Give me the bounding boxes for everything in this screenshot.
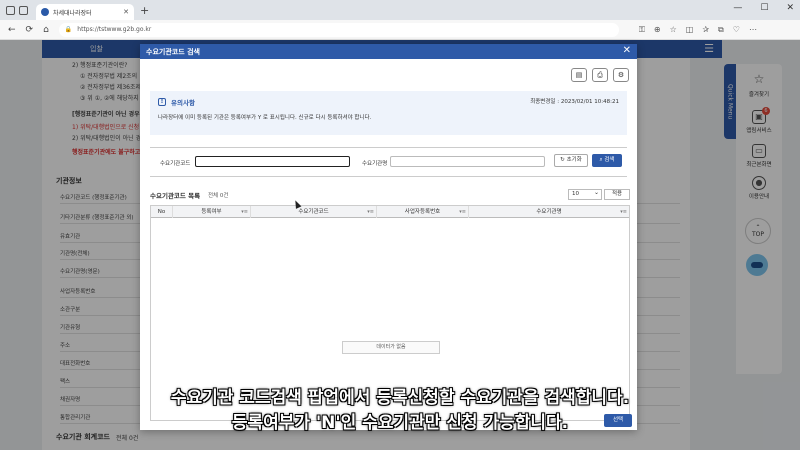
refresh-icon: ↻ — [560, 157, 565, 163]
browser-tab-bar: 차세대나라장터 ✕ + — ☐ ✕ — [0, 0, 800, 20]
sort-icon: ▾≡ — [241, 209, 248, 215]
tab-title: 차세대나라장터 — [53, 9, 92, 17]
back-icon[interactable]: ← — [8, 25, 16, 35]
site-favicon-icon — [41, 8, 49, 16]
column-header[interactable]: 수요기관코드 ▾≡ — [251, 206, 377, 218]
settings-icon[interactable]: ⚙ — [613, 68, 629, 82]
list-count: 전체 0건 — [208, 193, 229, 199]
modal-title: 수요기관코드 검색 — [146, 47, 200, 56]
search-panel: 수요기관코드 수요기관명 ↻ 초기화 ⌕ 검색 — [150, 147, 627, 177]
notice-box: ! 유의사항 최종변경일 : 2023/02/01 10:48:21 나라장터에… — [150, 91, 627, 135]
notice-heading: ! 유의사항 — [158, 97, 195, 107]
minimize-icon[interactable]: — — [733, 3, 742, 13]
sort-icon: ▾≡ — [459, 209, 466, 215]
new-tab-icon[interactable]: + — [140, 4, 149, 17]
window-controls: — ☐ ✕ — [733, 3, 794, 13]
collections-icon[interactable]: ⧉ — [718, 25, 724, 35]
column-header[interactable]: 사업자등록번호 ▾≡ — [377, 206, 469, 218]
save-icon[interactable]: ▤ — [571, 68, 587, 82]
column-header[interactable]: No — [151, 206, 173, 218]
name-label: 수요기관명 — [362, 161, 388, 167]
list-title: 수요기관코드 목록 — [150, 192, 201, 200]
home-icon[interactable]: ⌂ — [43, 25, 49, 35]
apply-button[interactable]: 적용 — [604, 189, 630, 200]
refresh-icon[interactable]: ⟳ — [26, 25, 34, 35]
print-icon[interactable]: ⎙ — [592, 68, 608, 82]
zoom-icon[interactable]: ⊕ — [654, 25, 661, 35]
close-window-icon[interactable]: ✕ — [786, 3, 794, 13]
info-icon: ! — [158, 98, 166, 106]
maximize-icon[interactable]: ☐ — [760, 3, 768, 13]
favorite-icon[interactable]: ☆ — [670, 25, 677, 35]
page-size-select[interactable]: 10 — [568, 188, 602, 200]
browser-tab[interactable]: 차세대나라장터 ✕ — [36, 4, 134, 20]
empty-data-message: 데이터가 없음 — [342, 341, 440, 354]
favorites-bar-icon[interactable]: ✰ — [702, 25, 709, 35]
org-code-search-modal: 수요기관코드 검색 ✕ ▤ ⎙ ⚙ ! 유의사항 최종변경일 : 2023/02… — [140, 44, 637, 430]
org-name-input[interactable] — [390, 156, 545, 167]
modal-toolbar: ▤ ⎙ ⚙ — [571, 68, 629, 82]
modal-header: 수요기관코드 검색 ✕ — [140, 44, 637, 59]
key-icon[interactable]: ⚿ — [639, 25, 645, 35]
subtitle-line: 등록여부가 'N'인 수요기관만 신청 가능합니다. — [231, 413, 569, 433]
search-button[interactable]: ⌕ 검색 — [592, 154, 622, 167]
subtitle-line: 수요기관 코드검색 팝업에서 등록신청할 수요기관을 검색합니다. — [170, 388, 630, 408]
search-icon: ⌕ — [599, 157, 603, 163]
url-field[interactable]: 🔒 https://tstwww.g2b.go.kr — [58, 22, 619, 37]
split-icon[interactable]: ◫ — [686, 25, 694, 35]
shield-icon[interactable]: ♡ — [733, 25, 740, 35]
notice-text: 나라장터에 이미 등록된 기관은 등록여부가 Y 로 표시됩니다. 신규로 다시… — [158, 115, 372, 121]
sort-icon: ▾≡ — [367, 209, 374, 215]
tab-close-icon[interactable]: ✕ — [123, 8, 129, 16]
last-modified-date: 최종변경일 : 2023/02/01 10:48:21 — [530, 99, 619, 105]
workspaces-icon[interactable] — [19, 5, 28, 15]
lock-icon: 🔒 — [64, 26, 73, 33]
column-header[interactable]: 수요기관명 ▾≡ — [469, 206, 629, 218]
close-icon[interactable]: ✕ — [623, 45, 631, 56]
more-icon[interactable]: ⋯ — [749, 25, 757, 35]
profile-icon[interactable] — [6, 5, 15, 15]
sort-icon: ▾≡ — [620, 209, 627, 215]
url-text: https://tstwww.g2b.go.kr — [77, 26, 152, 33]
reset-button[interactable]: ↻ 초기화 — [554, 154, 588, 167]
grid-header: No 등록여부 ▾≡ 수요기관코드 ▾≡ 사업자등록번호 ▾≡ 수요기관명 ▾≡ — [151, 206, 629, 218]
address-bar-row: ← ⟳ ⌂ 🔒 https://tstwww.g2b.go.kr ⚿ ⊕ ☆ ◫… — [0, 20, 800, 40]
org-code-input[interactable] — [195, 156, 350, 167]
column-header[interactable]: 등록여부 ▾≡ — [173, 206, 251, 218]
browser-toolbar: ⚿ ⊕ ☆ ◫ ✰ ⧉ ♡ ⋯ — [639, 25, 757, 35]
code-label: 수요기관코드 — [160, 161, 191, 167]
